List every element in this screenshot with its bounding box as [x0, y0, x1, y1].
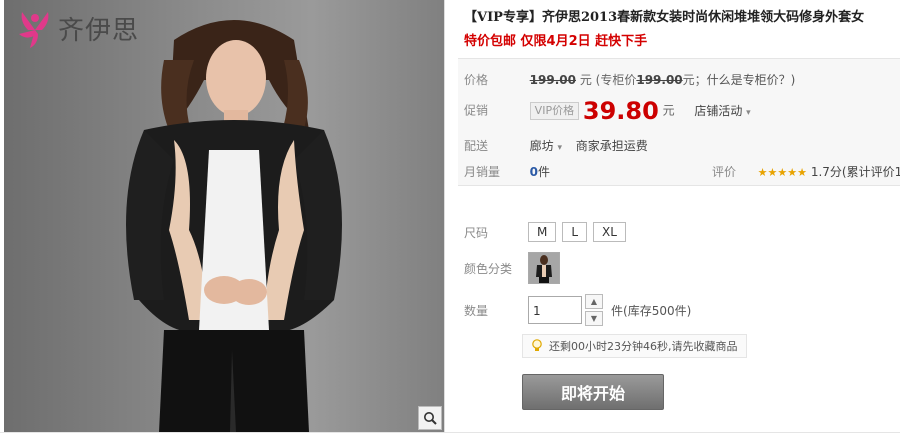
monthly-sales-unit: 件 [538, 165, 551, 179]
shipping-row: 配送 廊坊 ▾ 商家承担运费 [464, 137, 648, 154]
quantity-decrease-button[interactable]: ▼ [585, 311, 603, 326]
size-row: 尺码 M L XL [464, 222, 626, 242]
color-label: 颜色分类 [464, 261, 513, 276]
product-title: 【VIP专享】齐伊思2013春新款女装时尚休闲堆堆领大码修身外套女 [464, 10, 865, 25]
quantity-stepper: ▲ ▼ [585, 294, 603, 326]
rating-detail-link[interactable]: (累计评价12 [842, 165, 900, 179]
shipping-location: 廊坊 [529, 139, 554, 153]
promo-text: 特价包邮 仅限4月2日 赶快下手 [464, 34, 648, 49]
lightbulb-icon [532, 339, 542, 351]
size-option-xl[interactable]: XL [593, 222, 626, 242]
product-main-image[interactable]: 齐伊思 [4, 0, 445, 432]
size-option-m[interactable]: M [528, 222, 557, 242]
quantity-label: 数量 [464, 303, 489, 318]
promo-label: 促销 [464, 103, 489, 118]
store-activity-dropdown[interactable]: 店铺活动 ▾ [694, 104, 750, 118]
divider [0, 432, 900, 433]
brand-logo: 齐伊思 [16, 8, 139, 48]
vip-price-row: 促销 VIP价格 39.80 元 店铺活动 ▾ [464, 97, 751, 125]
quantity-unit: 件 [611, 303, 624, 318]
size-label: 尺码 [464, 225, 489, 240]
counter-price-prefix: (专柜价 [595, 73, 637, 87]
color-row: 颜色分类 [464, 252, 560, 284]
rating-stars-icon: ★★★★★ [757, 166, 807, 179]
rating-value: 1.7分 [810, 165, 842, 179]
rating-label: 评价 [712, 165, 737, 179]
shipping-label: 配送 [464, 139, 489, 153]
chevron-up-icon: ▲ [590, 297, 598, 306]
zoom-button[interactable] [418, 406, 442, 430]
buy-button[interactable]: 即将开始 [522, 374, 664, 410]
chevron-down-icon: ▼ [590, 314, 598, 323]
model-photo [126, 20, 342, 432]
quantity-input[interactable]: 1 [528, 296, 582, 324]
shipping-note: 商家承担运费 [575, 139, 648, 153]
shipping-location-select[interactable]: 廊坊 ▾ [530, 139, 566, 153]
vip-currency: 元 [662, 103, 675, 118]
price-label: 价格 [464, 73, 489, 87]
store-activity-label: 店铺活动 [694, 103, 743, 118]
rating-row: 评价 ★★★★★ 1.7分(累计评价12 [712, 163, 900, 180]
size-options: M L XL [528, 222, 626, 242]
counter-price: 199.00 [636, 73, 683, 87]
magnifier-icon [424, 412, 437, 425]
monthly-sales-value: 0 [529, 165, 539, 179]
currency: 元 [579, 73, 592, 87]
quantity-row: 数量 1 ▲ ▼ 件 (库存500件) [464, 294, 691, 326]
color-option-thumbnail[interactable] [528, 252, 560, 284]
chevron-down-icon: ▾ [557, 143, 563, 153]
original-price: 199.00 [529, 73, 576, 87]
brand-logo-text: 齐伊思 [58, 15, 140, 46]
vip-price: 39.80 [582, 97, 659, 125]
price-box: 价格 199.00 元 (专柜价199.00元；什么是专柜价？) 促销 VIP价… [458, 58, 900, 186]
countdown-text: 还剩00小时23分钟46秒,请先收藏商品 [549, 340, 738, 353]
vip-price-tag: VIP价格 [529, 102, 580, 120]
flower-logo-icon [19, 12, 49, 48]
sales-row: 月销量 0件 [464, 163, 550, 180]
product-info-panel: 【VIP专享】齐伊思2013春新款女装时尚休闲堆堆领大码修身外套女 特价包邮 仅… [458, 0, 900, 440]
price-row: 价格 199.00 元 (专柜价199.00元；什么是专柜价？) [464, 71, 795, 88]
counter-price-suffix: 元； [682, 73, 707, 87]
countdown-notice: 还剩00小时23分钟46秒,请先收藏商品 [522, 334, 747, 358]
counter-price-help-link[interactable]: 什么是专柜价？) [707, 73, 796, 87]
quantity-increase-button[interactable]: ▲ [585, 294, 603, 309]
stock-info: (库存500件) [623, 303, 692, 318]
chevron-down-icon: ▾ [746, 107, 751, 118]
size-option-l[interactable]: L [562, 222, 588, 242]
color-thumbnail-image [529, 253, 559, 283]
countdown-notice-row: 还剩00小时23分钟46秒,请先收藏商品 [522, 334, 747, 358]
monthly-sales-label: 月销量 [464, 165, 501, 179]
